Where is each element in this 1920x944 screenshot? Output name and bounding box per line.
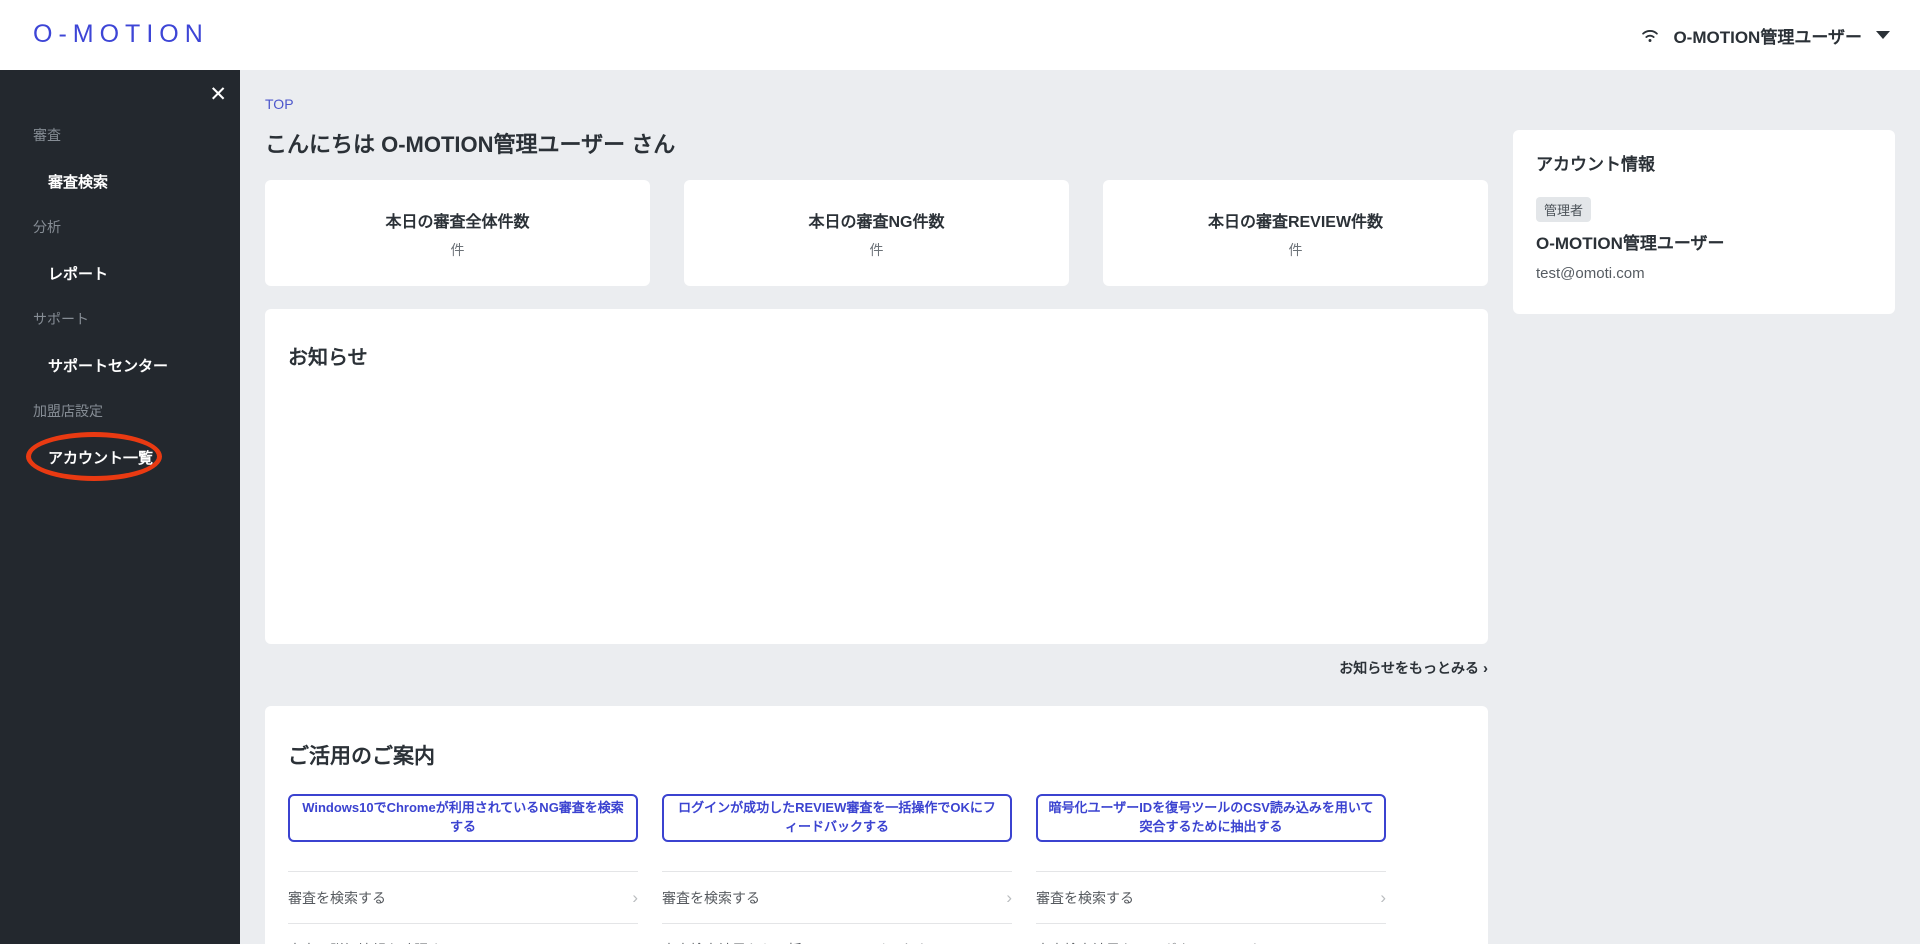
main-content: TOP こんにちは O-MOTION管理ユーザー さん 本日の審査全体件数 件 … [240, 70, 1920, 944]
role-badge: 管理者 [1536, 197, 1592, 222]
account-email: test@omoti.com [1536, 265, 1645, 282]
guide-link-label: 審査の詳細情報を確認する [288, 940, 456, 944]
sidebar-heading-label: サポート [33, 311, 89, 327]
screen: O-MOTION O-MOTION管理ユーザー ✕ 審査 審査検索 分析 レポー… [0, 0, 1920, 944]
guide-link-label: 審査検索結果をCSVダウンロードする [1036, 940, 1275, 944]
stat-card-ng: 本日の審査NG件数 件 [684, 180, 1069, 286]
omotion-logo: O-MOTION [33, 20, 209, 48]
guide-column-ng-search: Windows10でChromeが利用されているNG審査を検索する 審査を検索す… [288, 794, 638, 944]
sidebar-item-report[interactable]: レポート [0, 250, 240, 296]
guide-button-review-feedback[interactable]: ログインが成功したREVIEW審査を一括操作でOKにフィードバックする [662, 794, 1012, 842]
sidebar-item-support-center[interactable]: サポートセンター [0, 342, 240, 388]
stat-card-unit: 件 [450, 242, 465, 258]
chevron-right-icon: › [1380, 940, 1386, 944]
account-info-panel: アカウント情報 管理者 O-MOTION管理ユーザー test@omoti.co… [1513, 130, 1895, 314]
stat-card-review: 本日の審査REVIEW件数 件 [1103, 180, 1488, 286]
guide-link-label: 審査を検索する [1036, 889, 1134, 906]
guide-link-label: 審査を検索する [662, 889, 760, 906]
guide-link[interactable]: 審査を検索する › [1036, 871, 1386, 923]
wifi-icon [1642, 30, 1659, 42]
sidebar-item-label: サポートセンター [48, 357, 169, 375]
user-menu[interactable]: O-MOTION管理ユーザー [1639, 0, 1890, 70]
top-header: O-MOTION O-MOTION管理ユーザー [0, 0, 1920, 70]
content-column: TOP こんにちは O-MOTION管理ユーザー さん 本日の審査全体件数 件 … [265, 70, 1488, 944]
guide-link[interactable]: 審査を検索する › [288, 871, 638, 923]
chevron-right-icon: › [1380, 887, 1386, 907]
sidebar-heading-shinsa: 審査 [0, 112, 240, 158]
guide-links: 審査を検索する › 審査の詳細情報を確認する › [288, 871, 638, 944]
stat-card-total: 本日の審査全体件数 件 [265, 180, 650, 286]
chevron-right-icon: › [632, 940, 638, 944]
guide-link[interactable]: 審査の詳細情報を確認する › [288, 923, 638, 944]
stat-card-unit: 件 [869, 242, 884, 258]
guide-column-review-feedback: ログインが成功したREVIEW審査を一括操作でOKにフィードバックする 審査を検… [662, 794, 1012, 944]
guide-columns: Windows10でChromeが利用されているNG審査を検索する 審査を検索す… [288, 794, 1465, 944]
caret-down-icon [1876, 31, 1890, 39]
guide-link[interactable]: 審査を検索する › [662, 871, 1012, 923]
guide-link[interactable]: 審査検索結果から一括でフィードバックする › [662, 923, 1012, 944]
sidebar: ✕ 審査 審査検索 分析 レポート サポート サポートセンター 加盟店設定 アカ… [0, 70, 240, 944]
stat-cards-row: 本日の審査全体件数 件 本日の審査NG件数 件 本日の審査REVIEW件数 件 [265, 180, 1488, 286]
notices-panel: お知らせ [265, 309, 1488, 644]
sidebar-item-label: 審査検索 [48, 173, 109, 191]
sidebar-nav: 審査 審査検索 分析 レポート サポート サポートセンター 加盟店設定 アカウン… [0, 70, 240, 481]
chevron-right-icon: › [1006, 887, 1012, 907]
notices-title: お知らせ [288, 347, 368, 369]
stat-card-title: 本日の審査全体件数 [385, 214, 530, 231]
stat-card-unit: 件 [1288, 242, 1303, 258]
sidebar-heading-bunseki: 分析 [0, 204, 240, 250]
account-user-name: O-MOTION管理ユーザー [1536, 234, 1725, 253]
sidebar-heading-label: 加盟店設定 [33, 403, 103, 419]
guide-link-label: 審査を検索する [288, 889, 386, 906]
notices-more-link[interactable]: お知らせをもっとみる › [1339, 660, 1488, 677]
user-menu-label: O-MOTION管理ユーザー [1673, 27, 1862, 47]
sidebar-item-shinsa-kensaku[interactable]: 審査検索 [0, 158, 240, 204]
notices-more-row: お知らせをもっとみる › [265, 658, 1488, 678]
greeting-title: こんにちは O-MOTION管理ユーザー さん [265, 132, 676, 157]
sidebar-item-account-list[interactable]: アカウント一覧 [0, 432, 240, 481]
sidebar-heading-label: 審査 [33, 127, 61, 143]
chevron-right-icon: › [632, 887, 638, 907]
sidebar-item-label: アカウント一覧 [48, 449, 154, 467]
chevron-right-icon: › [1006, 940, 1012, 944]
sidebar-heading-support: サポート [0, 296, 240, 342]
notices-more-label: お知らせをもっとみる [1339, 660, 1479, 676]
stat-card-title: 本日の審査NG件数 [808, 214, 945, 231]
sidebar-heading-label: 分析 [33, 219, 61, 235]
close-icon[interactable]: ✕ [209, 84, 227, 105]
sidebar-heading-kameiten-settei: 加盟店設定 [0, 388, 240, 434]
guide-title: ご活用のご案内 [288, 745, 435, 768]
guide-panel: ご活用のご案内 Windows10でChromeが利用されているNG審査を検索す… [265, 706, 1488, 944]
guide-column-csv-extract: 暗号化ユーザーIDを復号ツールのCSV読み込みを用いて突合するために抽出する 審… [1036, 794, 1386, 944]
breadcrumb-top[interactable]: TOP [265, 96, 294, 112]
guide-links: 審査を検索する › 審査検索結果から一括でフィードバックする › [662, 871, 1012, 944]
guide-button-ng-search[interactable]: Windows10でChromeが利用されているNG審査を検索する [288, 794, 638, 842]
guide-button-csv-extract[interactable]: 暗号化ユーザーIDを復号ツールのCSV読み込みを用いて突合するために抽出する [1036, 794, 1386, 842]
chevron-right-icon: › [1483, 660, 1488, 677]
guide-links: 審査を検索する › 審査検索結果をCSVダウンロードする › [1036, 871, 1386, 944]
account-info-title: アカウント情報 [1536, 155, 1655, 174]
guide-link[interactable]: 審査検索結果をCSVダウンロードする › [1036, 923, 1386, 944]
stat-card-title: 本日の審査REVIEW件数 [1207, 214, 1384, 231]
sidebar-item-label: レポート [48, 265, 109, 283]
guide-link-label: 審査検索結果から一括でフィードバックする [662, 940, 942, 944]
